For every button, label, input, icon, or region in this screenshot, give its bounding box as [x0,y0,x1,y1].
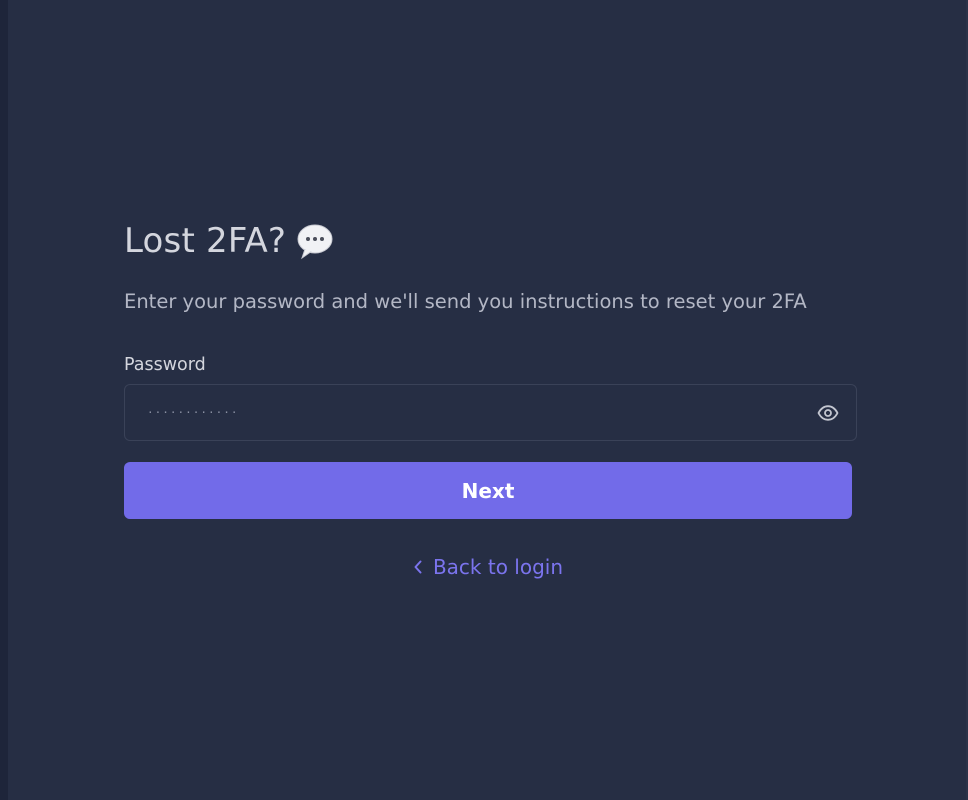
back-to-login-label: Back to login [432,555,564,579]
password-label: Password [124,355,206,375]
page-title: Lost 2FA? [124,221,287,261]
back-to-login-link[interactable]: Back to login [413,555,563,579]
back-row: Back to login [124,555,852,579]
password-input[interactable] [125,385,800,440]
speech-bubble-icon [296,222,334,260]
page-subtitle: Enter your password and we'll send you i… [124,290,807,313]
title-row: Lost 2FA? [124,218,858,264]
left-edge-strip [0,0,8,800]
eye-icon [817,404,839,421]
chevron-left-icon [413,559,423,575]
reset-2fa-panel: Lost 2FA? Enter your password and we'll … [124,218,858,579]
password-field-wrapper [124,384,857,441]
show-password-toggle[interactable] [800,385,856,440]
next-button[interactable]: Next [124,462,852,519]
